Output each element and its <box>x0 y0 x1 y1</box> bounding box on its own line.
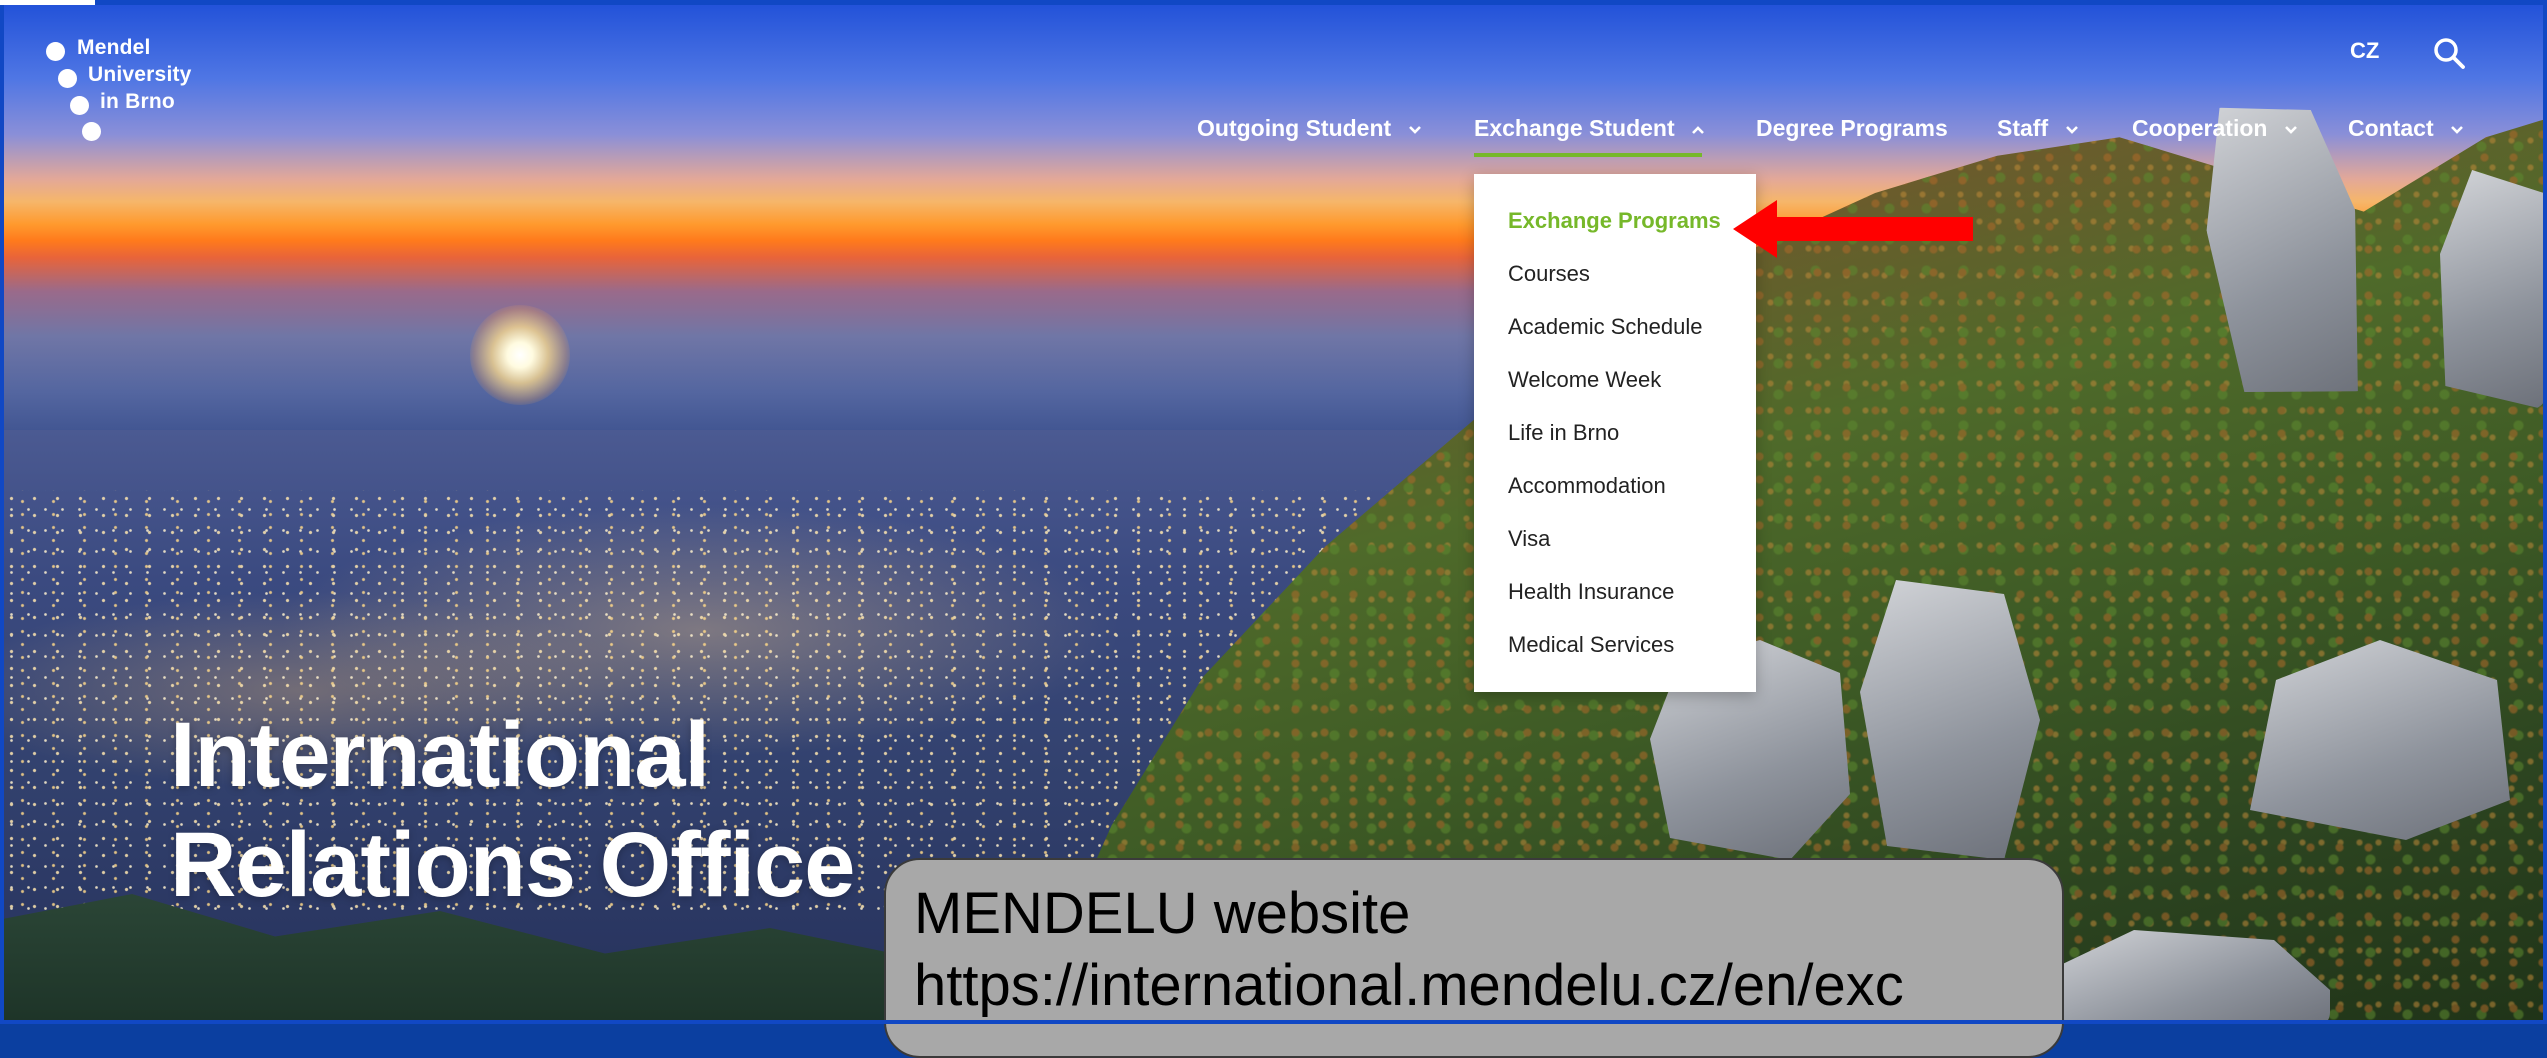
logo-text-line3: in Brno <box>100 90 175 113</box>
language-switch[interactable]: CZ <box>2350 38 2379 64</box>
chevron-down-icon <box>2451 126 2463 134</box>
nav-exchange-student[interactable]: Exchange Student <box>1474 115 1705 142</box>
chevron-down-icon <box>2065 126 2078 134</box>
sun <box>470 305 570 405</box>
nav-outgoing-student[interactable]: Outgoing Student <box>1197 115 1422 142</box>
chevron-down-icon <box>1408 126 1421 134</box>
exchange-student-dropdown: Exchange Programs Courses Academic Sched… <box>1474 174 1756 692</box>
nav-label: Exchange Student <box>1474 115 1675 141</box>
caption-url: https://international.mendelu.cz/en/exc <box>914 953 1904 1018</box>
hero-title: International Relations Office <box>170 700 855 920</box>
logo-dot <box>58 69 77 88</box>
nav-staff[interactable]: Staff <box>1997 115 2079 142</box>
menu-item-visa[interactable]: Visa <box>1508 526 1550 552</box>
logo-dot <box>46 42 65 61</box>
annotation-arrow-icon <box>1733 200 1973 258</box>
logo-text-line1: Mendel <box>77 36 151 59</box>
menu-item-exchange-programs[interactable]: Exchange Programs <box>1508 208 1721 234</box>
main-navigation: Outgoing Student Exchange Student Degree… <box>0 115 2547 155</box>
nav-label: Degree Programs <box>1756 115 1948 141</box>
nav-label: Outgoing Student <box>1197 115 1392 141</box>
nav-contact[interactable]: Contact <box>2348 115 2464 142</box>
nav-degree-programs[interactable]: Degree Programs <box>1756 115 1948 142</box>
search-icon[interactable] <box>2432 36 2466 70</box>
hero-title-line2: Relations Office <box>170 814 855 916</box>
menu-item-life-in-brno[interactable]: Life in Brno <box>1508 420 1619 446</box>
top-accent-bar <box>0 0 95 5</box>
menu-item-health-insurance[interactable]: Health Insurance <box>1508 579 1674 605</box>
caption-box: MENDELU website https://international.me… <box>884 858 2064 1058</box>
menu-item-courses[interactable]: Courses <box>1508 261 1590 287</box>
logo-text-line2: University <box>88 63 192 86</box>
menu-item-welcome-week[interactable]: Welcome Week <box>1508 367 1661 393</box>
nav-label: Contact <box>2348 115 2434 141</box>
menu-item-accommodation[interactable]: Accommodation <box>1508 473 1666 499</box>
nav-cooperation[interactable]: Cooperation <box>2132 115 2298 142</box>
active-nav-underline <box>1474 153 1702 157</box>
chevron-down-icon <box>2284 126 2297 134</box>
logo-dot <box>70 96 89 115</box>
nav-label: Cooperation <box>2132 115 2268 141</box>
nav-label: Staff <box>1997 115 2049 141</box>
chevron-up-icon <box>1692 126 1704 134</box>
caption-title: MENDELU website <box>914 881 1411 946</box>
menu-item-medical-services[interactable]: Medical Services <box>1508 632 1674 658</box>
menu-item-academic-schedule[interactable]: Academic Schedule <box>1508 314 1702 340</box>
hero-title-line1: International <box>170 704 710 806</box>
